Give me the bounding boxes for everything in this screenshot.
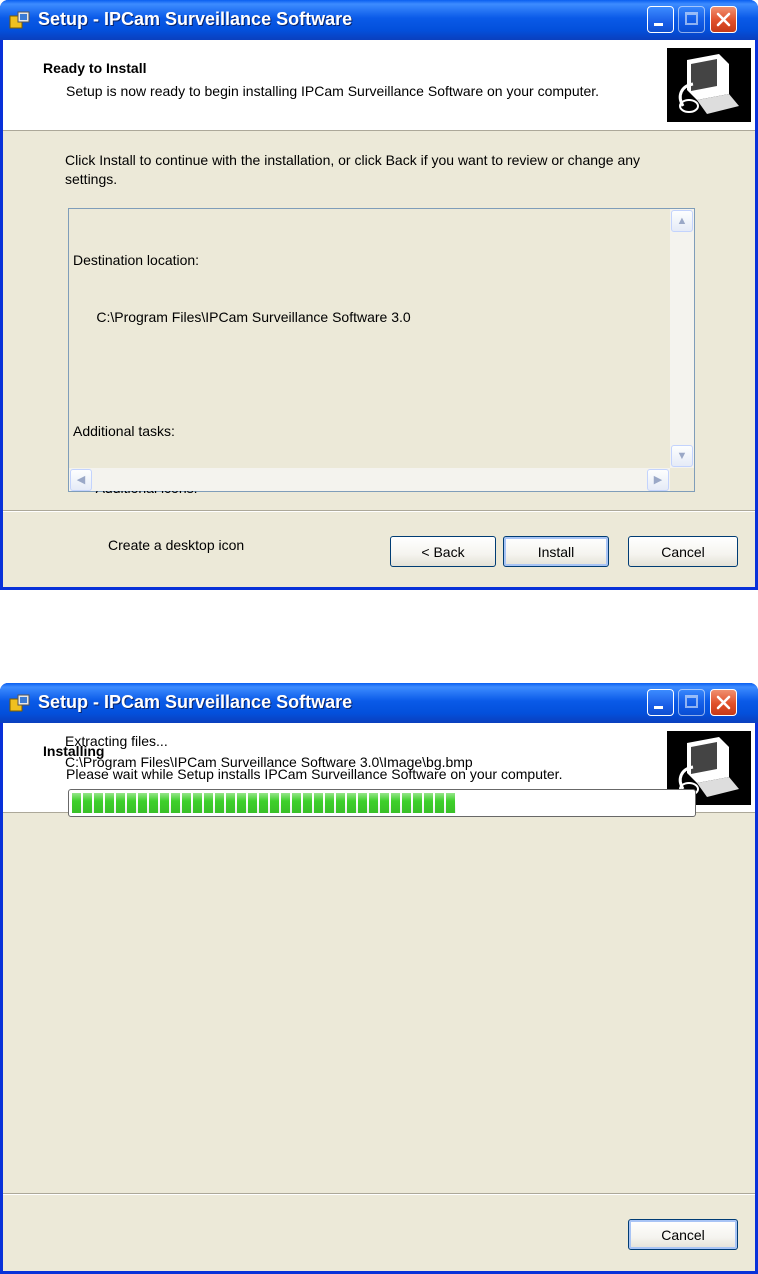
maximize-icon [685,12,698,25]
memo-line: Additional tasks: [73,423,175,439]
page-subheading: Setup is now ready to begin installing I… [66,83,600,99]
minimize-icon [654,23,663,26]
scroll-down-icon[interactable]: ▼ [671,445,693,467]
footer-divider [3,510,755,512]
minimize-button[interactable] [647,689,674,716]
memo-line: C:\Program Files\IPCam Surveillance Soft… [73,309,411,325]
horizontal-scrollbar[interactable]: ◀ ▶ [69,468,670,491]
memo-line [73,365,411,384]
minimize-button[interactable] [647,6,674,33]
wizard-header: Ready to Install Setup is now ready to b… [3,40,755,131]
minimize-icon [654,706,663,709]
maximize-icon [685,695,698,708]
scroll-right-icon[interactable]: ▶ [647,469,669,491]
install-button[interactable]: Install [503,536,609,567]
scroll-up-icon[interactable]: ▲ [671,210,693,232]
memo-line: Create a desktop icon [73,537,245,553]
cancel-button[interactable]: Cancel [628,536,738,567]
title-bar[interactable]: Setup - IPCam Surveillance Software [0,0,758,40]
instructions-text: Click Install to continue with the insta… [65,152,641,187]
maximize-button[interactable] [678,689,705,716]
back-button[interactable]: < Back [390,536,496,567]
memo-line: Destination location: [73,252,200,268]
close-icon [716,12,731,27]
title-bar[interactable]: Setup - IPCam Surveillance Software [0,683,758,723]
install-progress-bar [68,789,696,817]
setup-window-installing: Setup - IPCam Surveillance Software Inst… [0,683,758,1274]
setup-window-ready: Setup - IPCam Surveillance Software Read… [0,0,758,590]
window-title: Setup - IPCam Surveillance Software [38,692,353,712]
page-heading: Ready to Install [43,60,147,76]
setup-app-icon [9,11,30,29]
summary-memo[interactable]: Destination location: C:\Program Files\I… [68,208,695,553]
status-text: Extracting files... [65,733,168,749]
scroll-left-icon[interactable]: ◀ [70,469,92,491]
close-button[interactable] [710,6,737,33]
maximize-button[interactable] [678,6,705,33]
setup-app-icon [9,694,30,712]
computer-install-icon [667,48,751,122]
cancel-button[interactable]: Cancel [628,1219,738,1250]
progress-fill [72,793,456,813]
vertical-scrollbar[interactable]: ▲ ▼ [670,209,694,468]
footer-divider [3,1193,755,1195]
close-button[interactable] [710,689,737,716]
close-icon [716,695,731,710]
current-file-text: C:\Program Files\IPCam Surveillance Soft… [65,754,473,770]
summary-lines: Destination location: C:\Program Files\I… [73,213,411,593]
window-title: Setup - IPCam Surveillance Software [38,9,353,29]
